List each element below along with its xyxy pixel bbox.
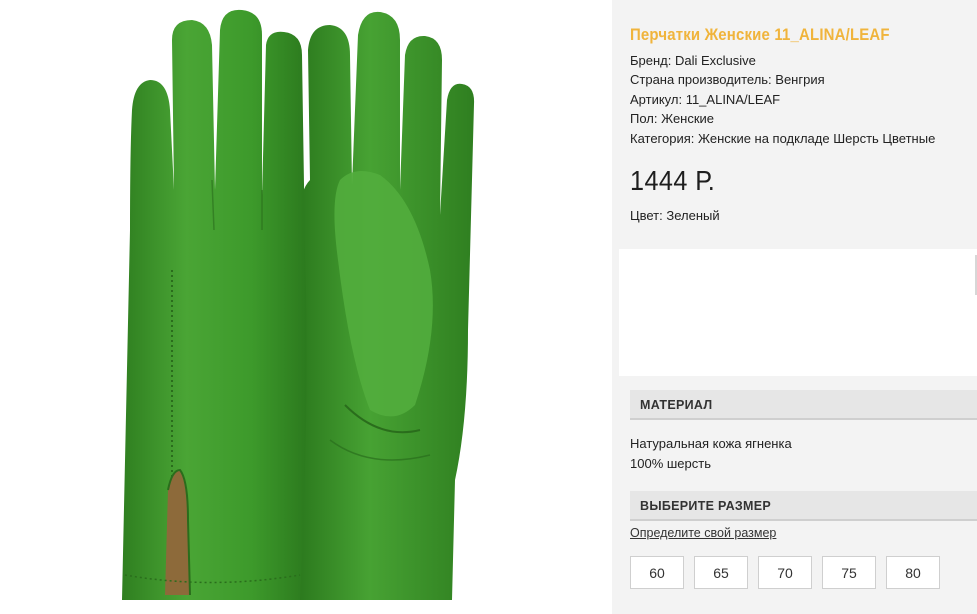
size-button-65[interactable]: 65 bbox=[694, 556, 748, 589]
size-options: 60 65 70 75 80 bbox=[630, 556, 940, 589]
size-button-60[interactable]: 60 bbox=[630, 556, 684, 589]
size-heading: ВЫБЕРИТЕ РАЗМЕР bbox=[630, 491, 977, 521]
gloves-illustration bbox=[122, 9, 475, 601]
product-title: Перчатки Женские 11_ALINA/LEAF bbox=[630, 25, 890, 44]
material-description: Натуральная кожа ягненка 100% шерсть bbox=[630, 434, 792, 473]
size-guide-link[interactable]: Определите свой размер bbox=[630, 526, 776, 540]
material-line: 100% шерсть bbox=[630, 455, 711, 471]
product-color: Цвет: Зеленый bbox=[630, 208, 720, 223]
product-image[interactable] bbox=[0, 0, 612, 614]
product-price: 1444 Р. bbox=[630, 165, 716, 196]
attribute-brand: Бренд: Dali Exclusive bbox=[630, 53, 756, 68]
size-button-70[interactable]: 70 bbox=[758, 556, 812, 589]
attribute-country: Страна производитель: Венгрия bbox=[630, 72, 825, 88]
right-glove bbox=[300, 11, 475, 600]
size-button-75[interactable]: 75 bbox=[822, 556, 876, 589]
material-heading: МАТЕРИАЛ bbox=[630, 390, 977, 420]
size-button-80[interactable]: 80 bbox=[886, 556, 940, 589]
blank-content-box bbox=[619, 249, 977, 376]
left-glove bbox=[122, 9, 307, 601]
product-attributes: Бренд: Dali Exclusive Страна производите… bbox=[630, 51, 935, 148]
attribute-sku: Артикул: 11_ALINA/LEAF bbox=[630, 91, 781, 107]
product-info-panel: Перчатки Женские 11_ALINA/LEAF Бренд: Da… bbox=[612, 0, 977, 614]
attribute-category: Категория: Женские на подкладе Шерсть Цв… bbox=[630, 130, 936, 146]
material-line: Натуральная кожа ягненка bbox=[630, 436, 792, 451]
attribute-gender: Пол: Женские bbox=[630, 111, 715, 127]
